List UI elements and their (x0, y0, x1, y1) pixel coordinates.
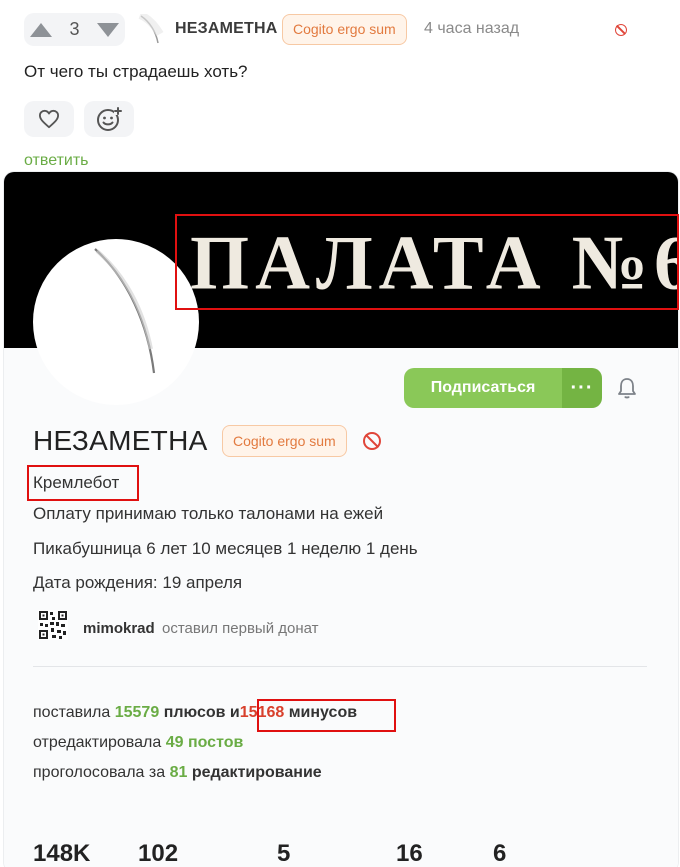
stat-edit-prefix: отредактировала (33, 734, 162, 751)
profile-age: Пикабушница 6 лет 10 месяцев 1 неделю 1 … (33, 539, 418, 558)
comment-author-avatar[interactable] (136, 14, 164, 44)
comment-time[interactable]: 4 часа назад (424, 20, 519, 38)
subscribe-button[interactable]: Подписаться (404, 368, 562, 408)
comment: 3 НЕЗАМЕТНА Cogito ergo sum 4 часа назад… (0, 0, 680, 172)
counter-posts: 5 (277, 840, 291, 867)
donor-text: оставил первый донат (162, 620, 319, 637)
stat-edit-votes: проголосовала за 81 редактирование (33, 764, 322, 782)
add-reaction-icon (97, 107, 122, 131)
divider (33, 666, 647, 667)
counter-subscribers: 102 (138, 840, 179, 867)
arrow-down-icon (97, 22, 119, 37)
more-icon: ··· (570, 376, 594, 399)
more-options-button[interactable]: ··· (562, 368, 602, 408)
counter-rating: 148K (33, 840, 91, 867)
profile-avatar[interactable] (33, 239, 199, 405)
stat-minus-count: 15168 (239, 704, 285, 721)
qr-icon (38, 610, 68, 640)
stat-vote-suffix: редактирование (191, 764, 322, 781)
user-badge: Cogito ergo sum (282, 14, 407, 45)
comment-text: От чего ты страдаешь хоть? (24, 62, 248, 81)
vote-count: 3 (69, 19, 80, 39)
stat-plus-mid: плюсов и (163, 704, 240, 721)
cover-title: ПАЛАТА №6 (190, 220, 678, 306)
stat-edit-count[interactable]: 49 постов (166, 734, 244, 751)
stat-plus-count: 15579 (114, 704, 160, 721)
like-button[interactable] (24, 101, 74, 137)
profile-name: НЕЗАМЕТНА (33, 425, 208, 456)
bell-icon[interactable] (615, 376, 639, 400)
heart-icon (39, 109, 59, 129)
stat-vote-count: 81 (169, 764, 188, 781)
profile-birthday: Дата рождения: 19 апреля (33, 573, 243, 592)
stat-plus-prefix: поставила (33, 704, 111, 721)
arrow-up-icon (30, 22, 52, 37)
donor-name[interactable]: mimokrad (83, 620, 155, 637)
stat-edits: отредактировала 49 постов (33, 734, 243, 752)
vote-box: 3 (24, 13, 125, 46)
stat-vote-prefix: проголосовала за (33, 764, 166, 781)
ban-icon[interactable] (363, 432, 381, 450)
vote-up-button[interactable] (24, 13, 58, 46)
ban-icon[interactable] (615, 24, 627, 36)
profile-card: ПАЛАТА №6 Подписаться ··· НЕЗАМЕТНА Cogi… (4, 172, 678, 867)
add-reaction-button[interactable] (84, 101, 134, 137)
avatar-image (94, 248, 156, 374)
counter-other: 6 (493, 840, 507, 867)
reply-link[interactable]: ответить (24, 152, 89, 170)
stat-votes: поставила 15579 плюсов и15168 минусов (33, 704, 357, 722)
profile-title: Кремлебот (33, 473, 120, 492)
counter-hot: 16 (396, 840, 423, 867)
stat-minus-suffix: минусов (288, 704, 358, 721)
vote-down-button[interactable] (91, 13, 125, 46)
profile-motto: Оплату принимаю только талонами на ежей (33, 504, 384, 523)
comment-author[interactable]: НЕЗАМЕТНА (175, 20, 278, 38)
profile-badge: Cogito ergo sum (222, 425, 347, 457)
